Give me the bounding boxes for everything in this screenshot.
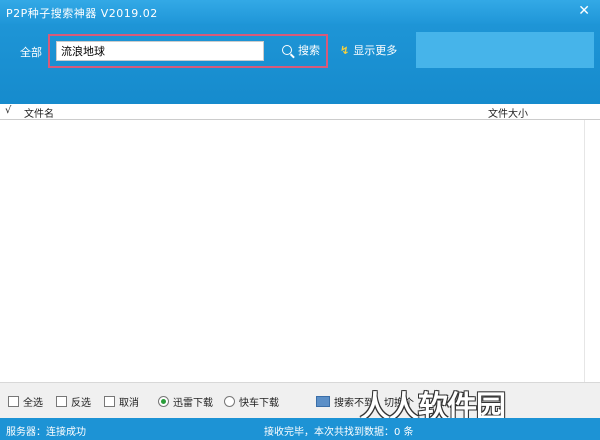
thunder-download-label: 迅雷下载 <box>173 398 213 409</box>
results-list[interactable] <box>0 120 584 382</box>
cancel-label: 取消 <box>119 398 139 409</box>
select-all-checkbox[interactable]: 全选 <box>8 394 43 409</box>
list-header: √ 文件名 文件大小 <box>0 104 600 120</box>
thunder-download-radio[interactable]: 迅雷下载 <box>158 394 213 409</box>
checkbox-box <box>56 396 67 407</box>
close-icon[interactable]: ✕ <box>578 2 590 20</box>
invert-select-checkbox[interactable]: 反选 <box>56 394 91 409</box>
monitor-icon <box>316 396 330 407</box>
search-button[interactable]: 搜索 <box>282 42 320 60</box>
check-column-header[interactable]: √ <box>5 105 11 116</box>
cancel-checkbox[interactable]: 取消 <box>104 394 139 409</box>
status-bar: 服务器：连接成功 接收完毕，本次共找到数据：0 条 <box>0 418 600 440</box>
toolbar: 全部 搜索 ↯显示更多 <box>0 24 600 104</box>
ad-banner[interactable] <box>416 32 594 68</box>
green-arrow-icon: ↯ <box>340 44 350 57</box>
search-box: 搜索 <box>48 34 328 68</box>
invert-select-label: 反选 <box>71 398 91 409</box>
options-bar: 全选 反选 取消 迅雷下载 快车下载 搜索不到 切换个 <box>0 382 600 418</box>
show-more-label: 显示更多 <box>353 44 398 57</box>
result-status: 接收完毕，本次共找到数据：0 条 <box>264 427 414 438</box>
search-button-label: 搜索 <box>298 44 320 57</box>
category-selector[interactable]: 全部 <box>20 44 42 60</box>
scrollbar[interactable] <box>584 120 600 382</box>
search-icon <box>282 45 292 55</box>
checkbox-box <box>8 396 19 407</box>
other-download-label: 快车下载 <box>239 398 279 409</box>
filename-column-header[interactable]: 文件名 <box>24 105 54 120</box>
server-status: 服务器：连接成功 <box>6 427 86 438</box>
show-more-button[interactable]: ↯ 显示更多 <box>340 42 397 58</box>
radio-unselected <box>224 396 235 407</box>
filesize-column-header[interactable]: 文件大小 <box>488 105 528 120</box>
title-bar: P2P种子搜索神器 V2019.02 ✕ <box>0 0 600 24</box>
window-title: P2P种子搜索神器 V2019.02 <box>6 7 158 20</box>
search-input[interactable] <box>56 41 264 61</box>
checkbox-box <box>104 396 115 407</box>
select-all-label: 全选 <box>23 398 43 409</box>
other-download-radio[interactable]: 快车下载 <box>224 394 279 409</box>
radio-selected <box>158 396 169 407</box>
